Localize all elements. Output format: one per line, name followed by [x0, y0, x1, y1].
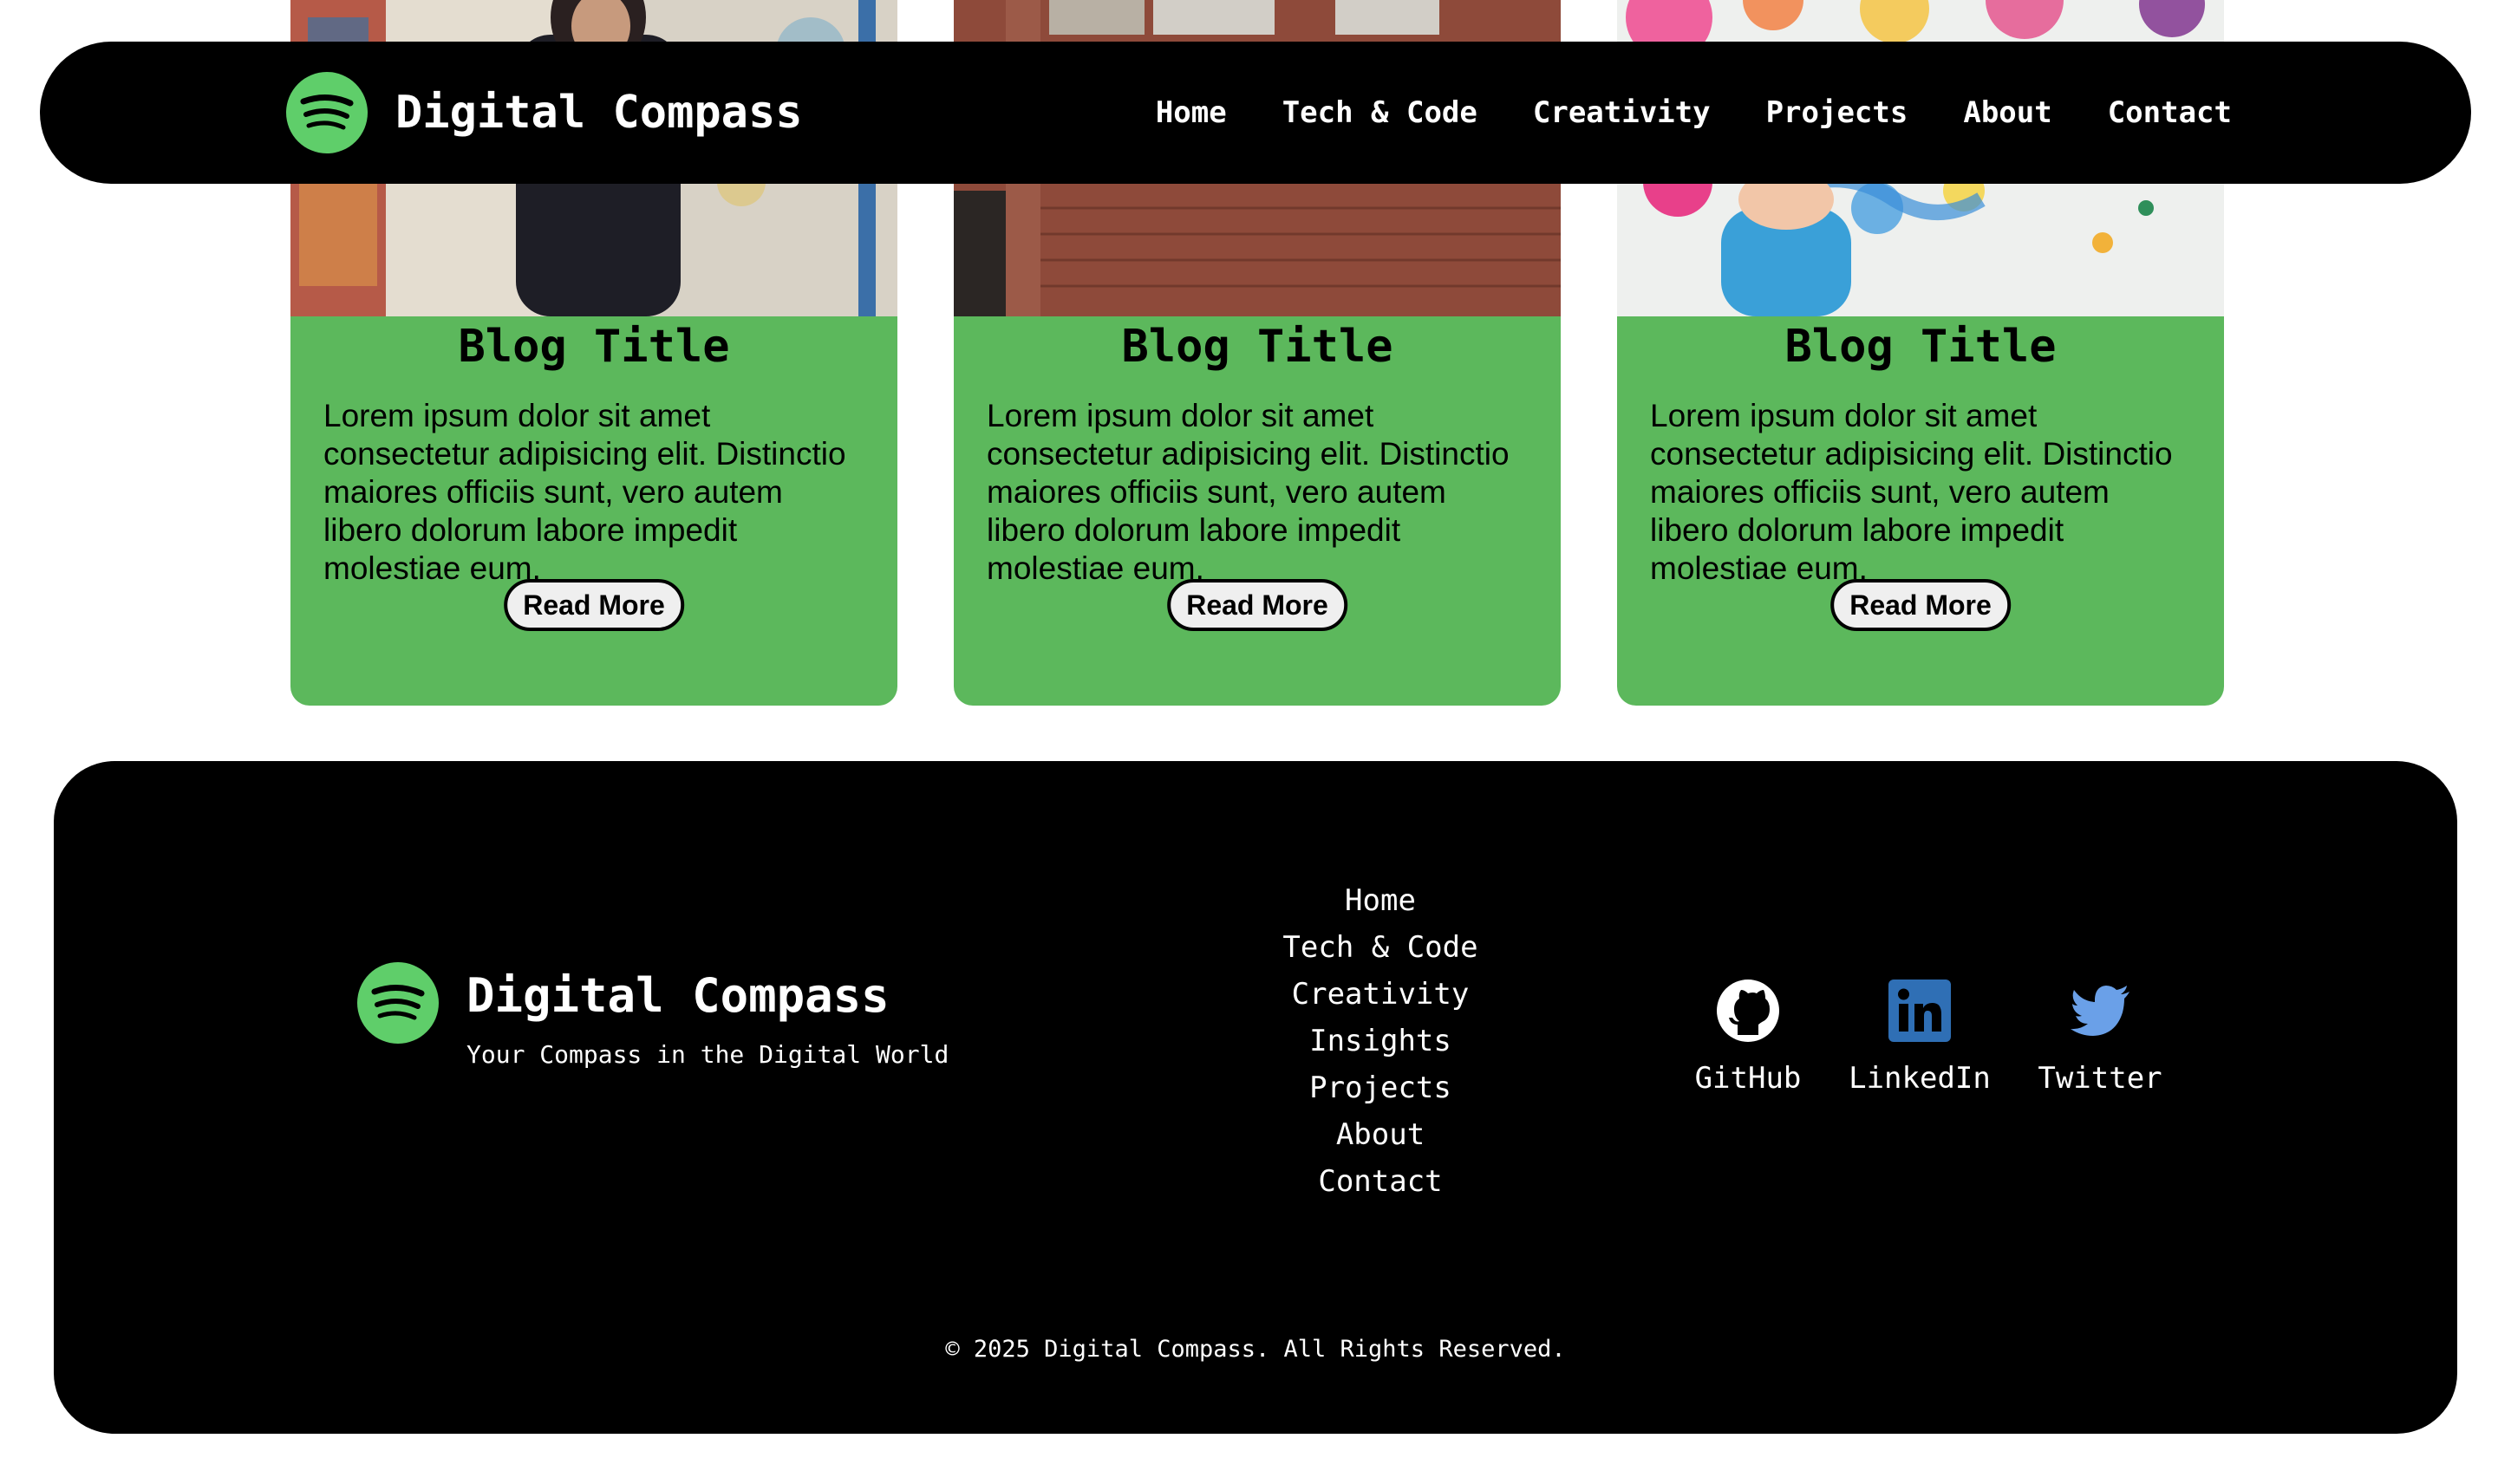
footer-nav-about[interactable]: About — [1086, 1111, 1675, 1158]
nav-contact[interactable]: Contact — [2108, 95, 2232, 130]
blog-card-title: Blog Title — [458, 321, 730, 373]
nav-projects[interactable]: Projects — [1766, 95, 1908, 130]
blog-card-title: Blog Title — [1784, 321, 2057, 373]
site-footer: Digital Compass Your Compass in the Digi… — [54, 761, 2457, 1434]
logo-icon[interactable] — [286, 72, 368, 153]
read-more-button[interactable]: Read More — [1830, 579, 2011, 631]
nav-home[interactable]: Home — [1156, 95, 1227, 130]
social-label: Twitter — [2038, 1061, 2162, 1096]
social-label: GitHub — [1694, 1061, 1802, 1096]
linkedin-icon — [1888, 980, 1951, 1042]
read-more-button[interactable]: Read More — [504, 579, 684, 631]
footer-nav-contact[interactable]: Contact — [1086, 1158, 1675, 1205]
brand-name[interactable]: Digital Compass — [395, 76, 803, 149]
twitter-icon — [2071, 986, 2129, 1036]
footer-nav-insights[interactable]: Insights — [1086, 1018, 1675, 1064]
footer-nav-creativity[interactable]: Creativity — [1086, 971, 1675, 1018]
footer-brand-name: Digital Compass — [466, 968, 890, 1023]
footer-nav-projects[interactable]: Projects — [1086, 1064, 1675, 1111]
blog-card-text: Lorem ipsum dolor sit amet consectetur a… — [1650, 398, 2173, 586]
read-more-button[interactable]: Read More — [1167, 579, 1347, 631]
site-header: Digital Compass Home Tech & Code Creativ… — [40, 42, 2471, 184]
main-nav: Home Tech & Code Creativity Projects Abo… — [1156, 42, 2232, 184]
nav-creativity[interactable]: Creativity — [1533, 95, 1711, 130]
nav-tech-code[interactable]: Tech & Code — [1282, 95, 1477, 130]
footer-nav: Home Tech & Code Creativity Insights Pro… — [1086, 877, 1675, 1205]
blog-card-text: Lorem ipsum dolor sit amet consectetur a… — [987, 398, 1510, 586]
github-icon — [1717, 980, 1779, 1042]
social-label: LinkedIn — [1849, 1061, 1991, 1096]
nav-about[interactable]: About — [1963, 95, 2051, 130]
blog-card-title: Blog Title — [1121, 321, 1393, 373]
footer-nav-tech-code[interactable]: Tech & Code — [1086, 924, 1675, 971]
copyright-text: © 2025 Digital Compass. All Rights Reser… — [945, 1336, 1566, 1363]
social-link-twitter[interactable]: Twitter — [1996, 978, 2204, 1096]
footer-nav-home[interactable]: Home — [1086, 877, 1675, 924]
footer-tagline: Your Compass in the Digital World — [466, 1040, 949, 1069]
social-link-linkedin[interactable]: LinkedIn — [1816, 978, 2024, 1096]
blog-card-text: Lorem ipsum dolor sit amet consectetur a… — [323, 398, 846, 586]
logo-icon — [357, 962, 439, 1044]
